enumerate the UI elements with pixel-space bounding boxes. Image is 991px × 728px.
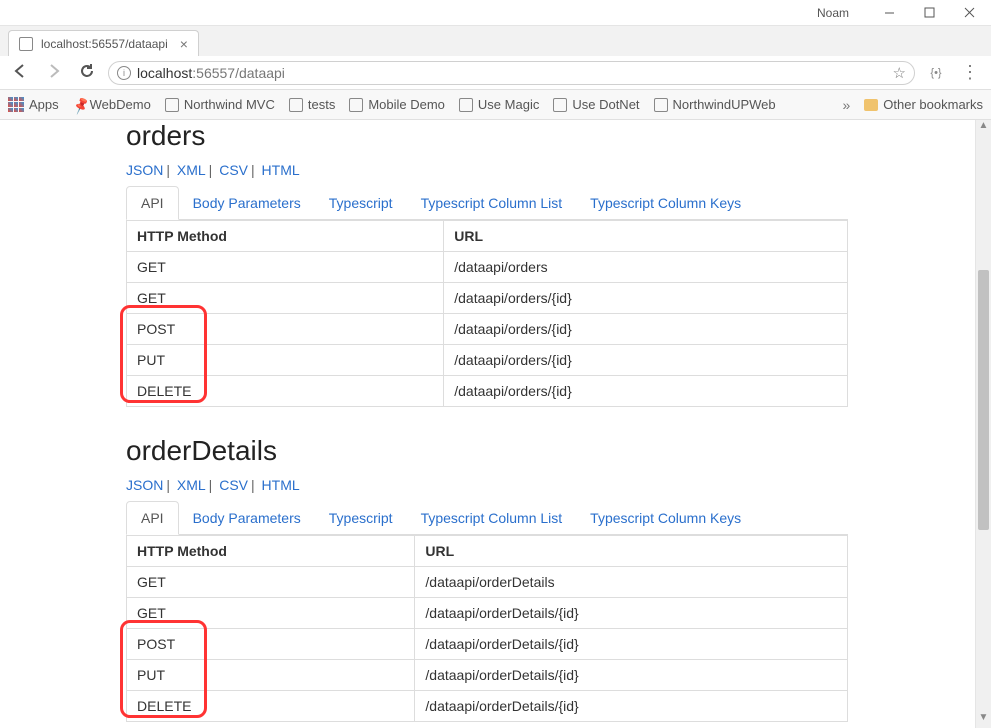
tab-typescript-column-list[interactable]: Typescript Column List [407,187,577,219]
apps-label: Apps [29,97,59,112]
table-row: DELETE/dataapi/orders/{id} [127,376,848,407]
close-window-button[interactable] [949,0,989,26]
file-icon [459,98,473,112]
apps-button[interactable]: Apps [8,97,59,113]
table-row: GET/dataapi/orderDetails/{id} [127,598,848,629]
section-orderdetails: orderDetails JSON| XML| CSV| HTML API Bo… [126,435,848,722]
table-row: GET/dataapi/orderDetails [127,567,848,598]
section-title: orders [126,120,848,152]
tab-typescript[interactable]: Typescript [315,502,407,534]
scrollbar-thumb[interactable] [978,270,989,530]
col-url-header: URL [444,221,848,252]
tab-typescript-column-keys[interactable]: Typescript Column Keys [576,502,755,534]
address-bar[interactable]: i localhost:56557/dataapi ☆ [108,61,915,85]
other-bookmarks-button[interactable]: Other bookmarks [864,97,983,112]
table-row: POST/dataapi/orderDetails/{id} [127,629,848,660]
format-links: JSON| XML| CSV| HTML [126,162,848,178]
col-url-header: URL [415,536,848,567]
bookmarks-bar: Apps 📌 WebDemo Northwind MVC tests Mobil… [0,90,991,120]
col-method-header: HTTP Method [127,221,444,252]
format-link-json[interactable]: JSON [126,162,163,178]
format-link-csv[interactable]: CSV [219,162,248,178]
format-link-xml[interactable]: XML [177,477,206,493]
extension-icon[interactable]: {•} [925,67,947,79]
tab-close-icon[interactable]: × [180,36,188,52]
bookmark-item[interactable]: NorthwindUPWeb [654,97,776,112]
folder-icon [864,99,878,111]
page-viewport: orders JSON| XML| CSV| HTML API Body Par… [0,120,975,728]
tab-title: localhost:56557/dataapi [41,37,168,51]
tab-favicon-icon [19,37,33,51]
table-row: GET/dataapi/orders/{id} [127,283,848,314]
inner-tabs: API Body Parameters Typescript Typescrip… [126,186,848,220]
site-info-icon[interactable]: i [117,66,131,80]
section-orders: orders JSON| XML| CSV| HTML API Body Par… [126,120,848,407]
minimize-button[interactable] [869,0,909,26]
bookmark-item[interactable]: Northwind MVC [165,97,275,112]
back-button[interactable] [8,62,32,83]
tab-typescript-column-list[interactable]: Typescript Column List [407,502,577,534]
scroll-down-arrow-icon[interactable]: ▼ [976,712,991,728]
file-icon [289,98,303,112]
format-link-xml[interactable]: XML [177,162,206,178]
file-icon [654,98,668,112]
window-user: Noam [817,6,849,20]
scroll-up-arrow-icon[interactable]: ▲ [976,120,991,136]
forward-button[interactable] [42,62,66,83]
file-icon [553,98,567,112]
tab-strip: localhost:56557/dataapi × [0,26,991,56]
table-header-row: HTTP Method URL [127,536,848,567]
format-links: JSON| XML| CSV| HTML [126,477,848,493]
browser-menu-button[interactable]: ⋮ [957,62,983,83]
bookmark-item[interactable]: Use DotNet [553,97,639,112]
format-link-html[interactable]: HTML [262,477,300,493]
tab-api[interactable]: API [126,501,179,535]
table-header-row: HTTP Method URL [127,221,848,252]
table-row: PUT/dataapi/orderDetails/{id} [127,660,848,691]
reload-button[interactable] [76,63,98,82]
format-link-html[interactable]: HTML [262,162,300,178]
col-method-header: HTTP Method [127,536,415,567]
tab-typescript-column-keys[interactable]: Typescript Column Keys [576,187,755,219]
file-icon [349,98,363,112]
bookmark-item[interactable]: Mobile Demo [349,97,445,112]
format-link-json[interactable]: JSON [126,477,163,493]
browser-tab[interactable]: localhost:56557/dataapi × [8,30,199,56]
toolbar: i localhost:56557/dataapi ☆ {•} ⋮ [0,56,991,90]
tab-typescript[interactable]: Typescript [315,187,407,219]
maximize-button[interactable] [909,0,949,26]
table-row: DELETE/dataapi/orderDetails/{id} [127,691,848,722]
bookmark-item[interactable]: Use Magic [459,97,539,112]
bookmark-item[interactable]: 📌 WebDemo [73,97,151,112]
url-text: localhost:56557/dataapi [137,65,285,81]
bookmarks-overflow-button[interactable]: » [843,97,851,113]
vertical-scrollbar[interactable]: ▲ ▼ [975,120,991,728]
apps-grid-icon [8,97,24,113]
bookmark-item[interactable]: tests [289,97,335,112]
inner-tabs: API Body Parameters Typescript Typescrip… [126,501,848,535]
section-title: orderDetails [126,435,848,467]
table-row: POST/dataapi/orders/{id} [127,314,848,345]
format-link-csv[interactable]: CSV [219,477,248,493]
window-titlebar: Noam [0,0,991,26]
api-table-orderdetails: HTTP Method URL GET/dataapi/orderDetails… [126,535,848,722]
api-table-orders: HTTP Method URL GET/dataapi/orders GET/d… [126,220,848,407]
table-row: GET/dataapi/orders [127,252,848,283]
file-icon [165,98,179,112]
bookmark-star-icon[interactable]: ☆ [893,64,906,82]
tab-body-parameters[interactable]: Body Parameters [179,187,315,219]
pin-icon: 📌 [71,97,86,112]
tab-body-parameters[interactable]: Body Parameters [179,502,315,534]
table-row: PUT/dataapi/orders/{id} [127,345,848,376]
tab-api[interactable]: API [126,186,179,220]
